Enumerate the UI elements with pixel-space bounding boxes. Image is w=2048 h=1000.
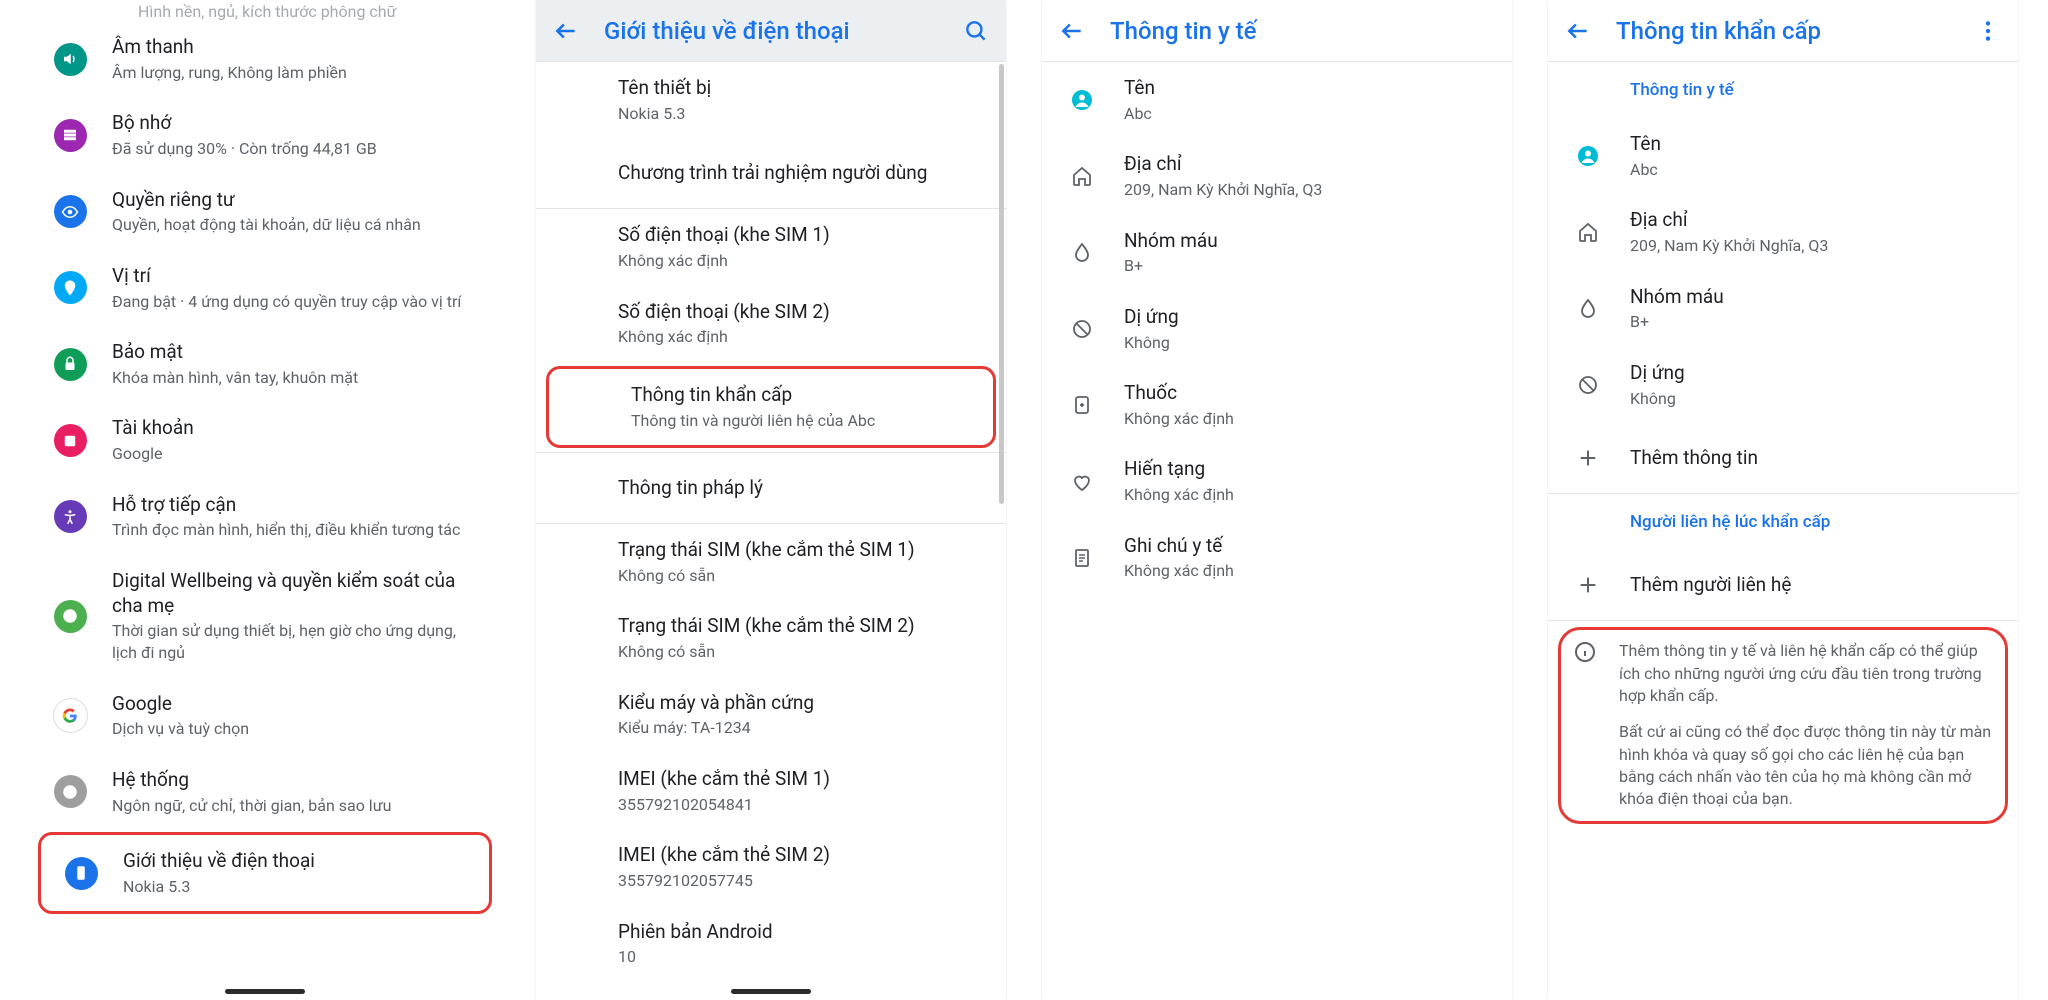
section-contacts: Người liên hệ lúc khẩn cấp — [1548, 494, 2018, 550]
emergency-item-no[interactable]: Dị ứngKhông — [1548, 347, 2018, 423]
note-icon — [1064, 540, 1100, 576]
emergency-info: Thông tin khẩn cấp Thông tin y tế TênAbc… — [1548, 0, 2018, 1000]
back-icon[interactable] — [1058, 17, 1086, 45]
home-icon — [1064, 158, 1100, 194]
settings-item-storage[interactable]: Bộ nhớ Đã sử dụng 30% · Còn trống 44,81 … — [30, 97, 500, 173]
emergency-item-person[interactable]: TênAbc — [1548, 118, 2018, 194]
settings-item-lock[interactable]: Bảo mật Khóa màn hình, vân tay, khuôn mặ… — [30, 326, 500, 402]
appbar: Giới thiệu về điện thoại — [536, 0, 1006, 62]
lock-icon — [52, 346, 88, 382]
page-title: Giới thiệu về điện thoại — [604, 17, 938, 45]
medical-item-meds[interactable]: ThuốcKhông xác định — [1042, 367, 1512, 443]
scrollbar — [999, 64, 1004, 504]
back-icon[interactable] — [552, 17, 580, 45]
about-item[interactable]: Trạng thái SIM (khe cắm thẻ SIM 1)Không … — [536, 524, 1006, 600]
settings-main: Hình nền, ngủ, kích thước phông chữ Âm t… — [30, 0, 500, 1000]
about-item[interactable]: Kiểu máy và phần cứngKiểu máy: TA-1234 — [536, 677, 1006, 753]
about-item[interactable]: Chương trình trải nghiệm người dùng — [536, 138, 1006, 208]
settings-item-wellbeing[interactable]: Digital Wellbeing và quyền kiểm soát của… — [30, 555, 500, 678]
appbar: Thông tin y tế — [1042, 0, 1512, 62]
no-icon — [1570, 367, 1606, 403]
settings-item-privacy[interactable]: Quyền riêng tư Quyền, hoạt động tài khoả… — [30, 174, 500, 250]
nav-handle — [731, 989, 811, 994]
settings-item-a11y[interactable]: Hỗ trợ tiếp cận Trình đọc màn hình, hiển… — [30, 479, 500, 555]
about-item[interactable]: IMEI (khe cắm thẻ SIM 1)355792102054841 — [536, 753, 1006, 829]
truncated-top-sub: Hình nền, ngủ, kích thước phông chữ — [30, 0, 500, 21]
medical-item-note[interactable]: Ghi chú y tếKhông xác định — [1042, 520, 1512, 596]
person-icon — [1570, 138, 1606, 174]
section-medical: Thông tin y tế — [1548, 62, 2018, 118]
back-icon[interactable] — [1564, 17, 1592, 45]
info-icon — [52, 774, 88, 810]
google-icon — [52, 698, 88, 734]
no-icon — [1064, 311, 1100, 347]
add-info-row[interactable]: Thêm thông tin — [1548, 423, 2018, 493]
settings-item-google[interactable]: Google Dịch vụ và tuỳ chọn — [30, 678, 500, 754]
volume-icon — [52, 41, 88, 77]
search-icon[interactable] — [962, 17, 990, 45]
settings-item-phone[interactable]: Giới thiệu về điện thoại Nokia 5.3 — [38, 832, 492, 914]
medical-item-blood[interactable]: Nhóm máuB+ — [1042, 215, 1512, 291]
settings-item-location[interactable]: Vị trí Đang bật · 4 ứng dụng có quyền tr… — [30, 250, 500, 326]
emergency-info-row[interactable]: Thông tin khẩn cấpThông tin và người liê… — [549, 369, 993, 445]
more-icon[interactable] — [1974, 17, 2002, 45]
medical-item-heart[interactable]: Hiến tạngKhông xác định — [1042, 443, 1512, 519]
page-title: Thông tin y tế — [1110, 17, 1496, 45]
nav-handle — [225, 989, 305, 994]
storage-icon — [52, 117, 88, 153]
medical-item-home[interactable]: Địa chỉ209, Nam Kỳ Khởi Nghĩa, Q3 — [1042, 138, 1512, 214]
about-phone: Giới thiệu về điện thoại Tên thiết bịNok… — [536, 0, 1006, 1000]
account-icon — [52, 423, 88, 459]
heart-icon — [1064, 464, 1100, 500]
about-item[interactable]: IMEI (khe cắm thẻ SIM 2)355792102057745 — [536, 829, 1006, 905]
about-item[interactable]: Thông tin pháp lý — [536, 453, 1006, 523]
settings-item-account[interactable]: Tài khoản Google — [30, 402, 500, 478]
phone-icon — [63, 855, 99, 891]
privacy-icon — [52, 194, 88, 230]
blood-icon — [1064, 235, 1100, 271]
person-icon — [1064, 82, 1100, 118]
meds-icon — [1064, 387, 1100, 423]
emergency-item-home[interactable]: Địa chỉ209, Nam Kỳ Khởi Nghĩa, Q3 — [1548, 194, 2018, 270]
emergency-info-note: Thêm thông tin y tế và liên hệ khẩn cấp … — [1558, 627, 2008, 824]
about-item[interactable]: Tên thiết bịNokia 5.3 — [536, 62, 1006, 138]
settings-item-info[interactable]: Hệ thống Ngôn ngữ, cử chỉ, thời gian, bả… — [30, 754, 500, 830]
home-icon — [1570, 214, 1606, 250]
settings-item-volume[interactable]: Âm thanh Âm lượng, rung, Không làm phiền — [30, 21, 500, 97]
wellbeing-icon — [52, 598, 88, 634]
add-contact-row[interactable]: Thêm người liên hệ — [1548, 550, 2018, 620]
medical-item-person[interactable]: TênAbc — [1042, 62, 1512, 138]
a11y-icon — [52, 499, 88, 535]
about-item[interactable]: Trạng thái SIM (khe cắm thẻ SIM 2)Không … — [536, 600, 1006, 676]
about-item[interactable]: Số điện thoại (khe SIM 2)Không xác định — [536, 286, 1006, 362]
location-icon — [52, 270, 88, 306]
about-item[interactable]: Số điện thoại (khe SIM 1)Không xác định — [536, 209, 1006, 285]
medical-item-no[interactable]: Dị ứngKhông — [1042, 291, 1512, 367]
emergency-item-blood[interactable]: Nhóm máuB+ — [1548, 271, 2018, 347]
about-item[interactable]: Phiên bản Android10 — [536, 906, 1006, 982]
page-title: Thông tin khẩn cấp — [1616, 17, 1950, 45]
blood-icon — [1570, 291, 1606, 327]
medical-info: Thông tin y tế TênAbc Địa chỉ209, Nam Kỳ… — [1042, 0, 1512, 1000]
appbar: Thông tin khẩn cấp — [1548, 0, 2018, 62]
